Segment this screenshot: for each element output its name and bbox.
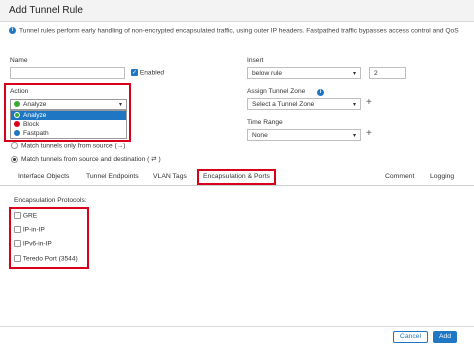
dialog-titlebar: Add Tunnel Rule [0,0,474,22]
insert-label: Insert [247,57,264,64]
arrow-right-icon: (→) [114,142,126,150]
gre-checkbox[interactable] [14,212,21,219]
tunnel-zone-select[interactable]: Select a Tunnel Zone ▾ [247,98,361,110]
time-range-value: None [252,132,268,139]
action-option-fastpath[interactable]: Fastpath [11,129,126,138]
insert-select[interactable]: below rule ▾ [247,67,361,79]
action-label: Action [10,88,29,95]
action-selected-value: Analyze [23,101,47,108]
radio-match-source[interactable] [11,142,18,149]
insert-number-input[interactable]: 2 [369,67,406,79]
match-source-option[interactable]: Match tunnels only from source (→) [11,142,125,149]
cancel-button[interactable]: Cancel [393,331,428,343]
tab-vlan-tags[interactable]: VLAN Tags [153,173,187,180]
tab-comment[interactable]: Comment [385,173,414,180]
add-tunnel-zone-icon[interactable]: + [366,97,372,108]
tunnel-zone-label: Assign Tunnel Zone i [247,88,325,96]
action-select[interactable]: Analyze ▾ [10,99,127,110]
action-dropdown: Analyze Block Fastpath [10,110,127,139]
action-option-analyze[interactable]: Analyze [11,111,126,120]
time-range-label: Time Range [247,119,283,126]
radio-match-source-destination[interactable] [11,155,18,163]
chevron-down-icon: ▾ [352,102,356,108]
tab-bar: Interface Objects Tunnel Endpoints VLAN … [0,168,474,186]
add-button[interactable]: Add [433,331,457,343]
enabled-checkbox[interactable]: ✓ [131,69,138,76]
info-text: Tunnel rules perform early handling of n… [19,27,459,35]
protocol-ipv6-in-ip[interactable]: IPv6-in-IP [14,240,52,247]
protocol-ip-in-ip[interactable]: IP-in-IP [14,226,45,233]
chevron-down-icon: ▾ [352,133,356,139]
action-option-block[interactable]: Block [11,120,126,129]
info-icon: i [9,27,16,34]
enabled-label: Enabled [139,69,165,77]
ip-in-ip-checkbox[interactable] [14,226,21,233]
analyze-icon [14,112,20,119]
name-input[interactable] [10,67,125,79]
dialog-title: Add Tunnel Rule [9,5,83,16]
add-time-range-icon[interactable]: + [366,128,372,139]
time-range-select[interactable]: None ▾ [247,129,361,141]
bidirectional-arrow-icon: ( ⇄ ) [147,156,161,163]
enabled-checkbox-group[interactable]: ✓ Enabled [131,69,164,76]
tab-tunnel-endpoints[interactable]: Tunnel Endpoints [86,173,139,180]
tab-logging[interactable]: Logging [430,173,454,180]
ipv6-in-ip-checkbox[interactable] [14,240,21,247]
tab-encapsulation-ports[interactable]: Encapsulation & Ports [197,169,276,185]
info-icon[interactable]: i [317,89,325,96]
match-source-destination-option[interactable]: Match tunnels from source and destinatio… [11,155,161,163]
insert-select-value: below rule [252,70,283,77]
teredo-port-checkbox[interactable] [14,255,21,262]
encapsulation-protocols-label: Encapsulation Protocols: [14,197,87,204]
block-icon [14,121,20,128]
chevron-down-icon: ▾ [118,102,122,108]
info-banner: i Tunnel rules perform early handling of … [9,27,459,34]
name-label: Name [10,57,28,64]
protocol-teredo-port[interactable]: Teredo Port (3544) [14,255,78,262]
tunnel-zone-value: Select a Tunnel Zone [252,101,315,108]
chevron-down-icon: ▾ [352,71,356,77]
tab-interface-objects[interactable]: Interface Objects [18,173,69,180]
fastpath-icon [14,130,20,137]
analyze-icon [14,101,20,108]
protocol-gre[interactable]: GRE [14,212,37,219]
